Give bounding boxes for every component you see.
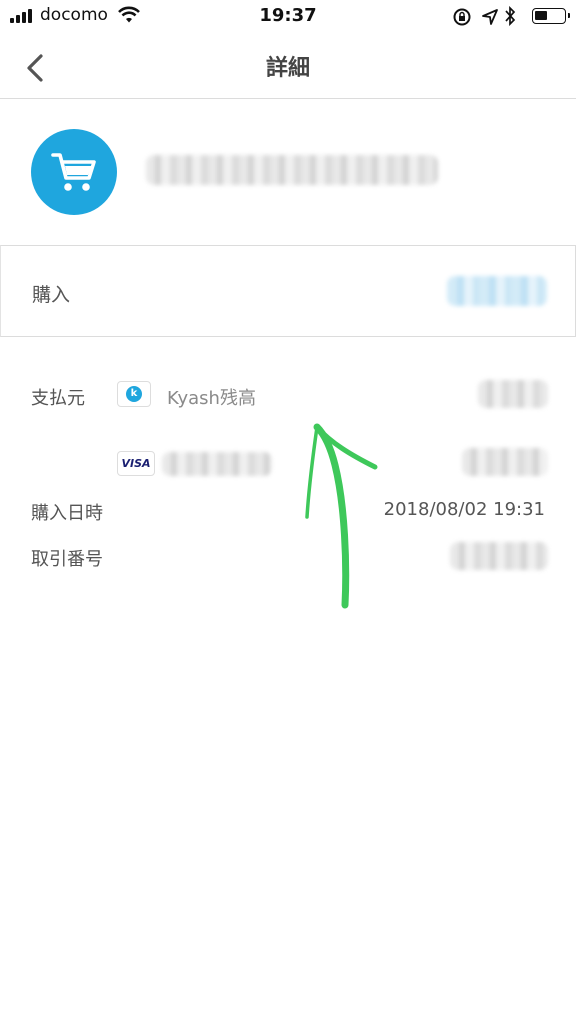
balance-amount-redacted xyxy=(478,380,548,408)
card-number-redacted xyxy=(162,452,272,476)
payment-source-value: Kyash残高 xyxy=(167,388,256,409)
rotation-lock-icon xyxy=(453,8,471,26)
merchant-header xyxy=(0,99,576,245)
navigation-bar: 詳細 xyxy=(0,34,576,99)
kyash-logo-icon: k xyxy=(117,381,151,407)
merchant-avatar xyxy=(31,129,117,215)
transaction-type-label: 購入 xyxy=(32,284,71,306)
bluetooth-icon xyxy=(505,6,516,26)
battery-icon xyxy=(532,8,570,24)
page-title: 詳細 xyxy=(265,56,310,81)
payment-source-label: 支払元 xyxy=(31,388,85,409)
transaction-type-row: 購入 xyxy=(0,245,576,337)
purchase-datetime-label: 購入日時 xyxy=(31,503,103,524)
transaction-id-label: 取引番号 xyxy=(31,549,103,570)
annotation-arrow xyxy=(305,423,378,609)
amount-redacted xyxy=(447,276,547,306)
purchase-datetime-value: 2018/08/02 19:31 xyxy=(383,499,545,520)
status-bar: docomo 19:37 xyxy=(0,0,576,34)
cart-icon xyxy=(51,153,96,191)
card-amount-redacted xyxy=(462,448,548,476)
location-icon xyxy=(482,9,498,25)
merchant-name-redacted xyxy=(146,155,438,185)
transaction-id-redacted xyxy=(450,542,548,570)
visa-logo-icon: VISA xyxy=(117,451,155,476)
